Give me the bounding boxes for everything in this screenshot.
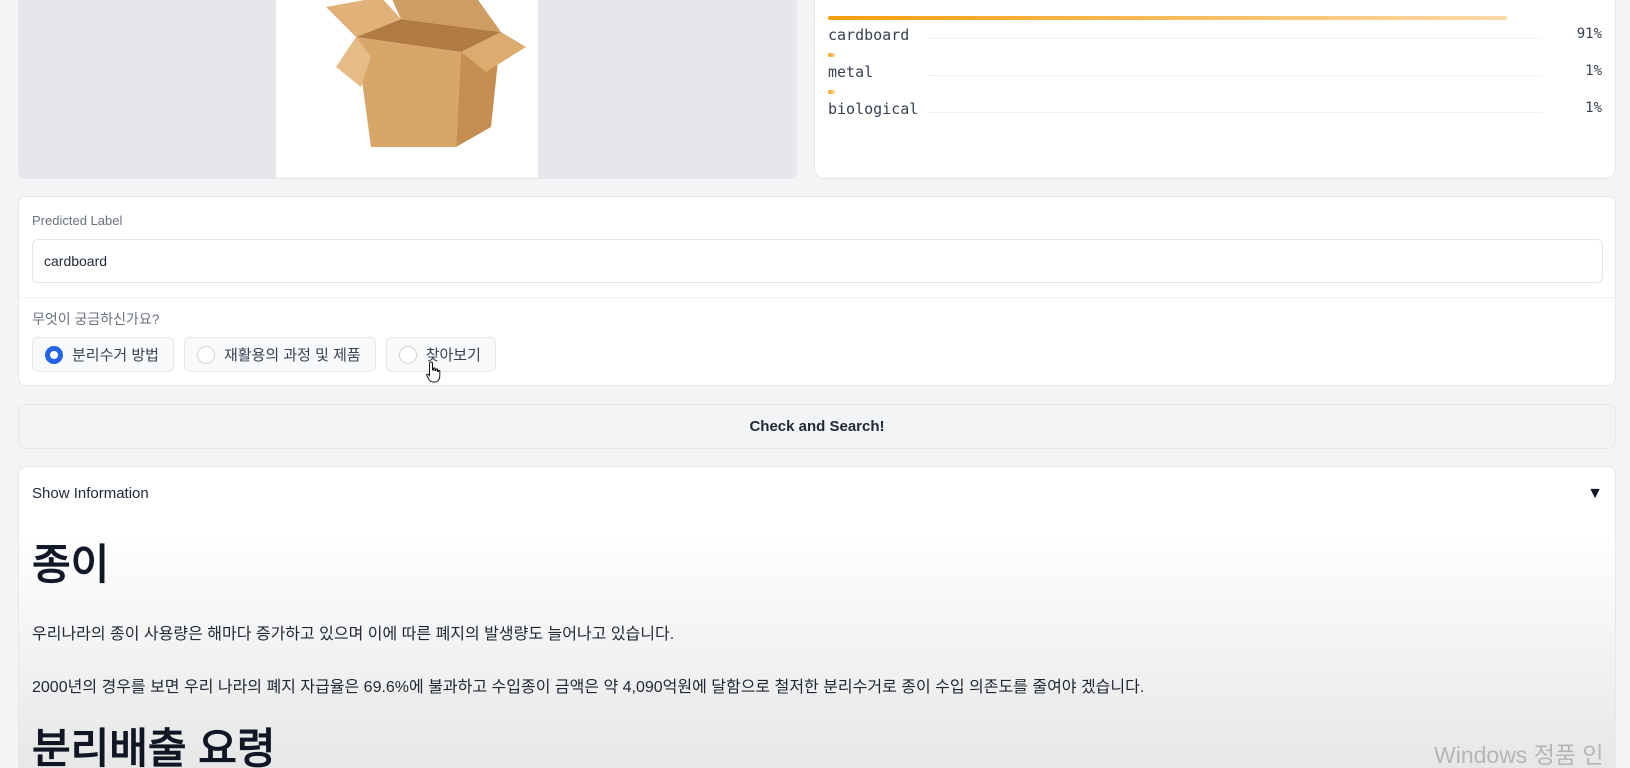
cardboard-box-icon	[326, 0, 526, 147]
confidence-bar	[828, 53, 835, 57]
radio-option-separation-method[interactable]: 분리수거 방법	[32, 337, 174, 372]
confidence-label: biological	[828, 100, 919, 118]
predicted-label-field[interactable]: cardboard	[32, 239, 1603, 283]
uploaded-image-area	[276, 0, 538, 178]
triangle-down-icon[interactable]: ▼	[1587, 485, 1603, 503]
confidence-label: metal	[828, 63, 874, 81]
question-label: 무엇이 궁금하신가요?	[32, 311, 160, 327]
windows-activation-watermark: Windows 정품 인	[1434, 742, 1604, 768]
information-panel: Show Information ▼ 종이 우리나라의 종이 사용량은 해마다 …	[18, 466, 1616, 768]
info-paragraph: 우리나라의 종이 사용량은 해마다 증가하고 있으며 이에 따른 폐지의 발생량…	[32, 626, 675, 643]
form-block: Predicted Label cardboard 무엇이 궁금하신가요? 분리…	[18, 196, 1616, 386]
info-title: 종이	[32, 541, 110, 588]
check-and-search-button[interactable]: Check and Search!	[18, 404, 1616, 449]
info-subtitle: 분리배출 요령	[32, 725, 276, 768]
label-confidence-panel: cardboard 91% metal 1% biological 1%	[814, 0, 1616, 179]
confidence-row-metal: metal 1%	[828, 53, 1602, 89]
confidence-label: cardboard	[828, 26, 910, 44]
confidence-bar	[828, 90, 835, 94]
radio-option-label: 재활용의 과정 및 제품	[223, 347, 361, 364]
info-paragraph: 2000년의 경우를 보면 우리 나라의 폐지 자급율은 69.6%에 불과하고…	[32, 679, 1145, 696]
radio-option-label: 분리수거 방법	[72, 347, 159, 364]
confidence-row-biological: biological 1%	[828, 90, 1602, 126]
radio-option-recycling-process[interactable]: 재활용의 과정 및 제품	[183, 337, 376, 372]
divider	[19, 297, 1615, 298]
confidence-percent: 1%	[1585, 63, 1602, 79]
confidence-percent: 91%	[1576, 26, 1602, 42]
confidence-bar	[828, 16, 1507, 20]
radio-unchecked-icon[interactable]	[398, 345, 417, 364]
confidence-percent: 1%	[1585, 100, 1602, 116]
radio-unchecked-icon[interactable]	[196, 345, 215, 364]
predicted-label-title: Predicted Label	[32, 213, 123, 228]
hand-cursor-icon	[426, 361, 441, 383]
confidence-row-cardboard: cardboard 91%	[828, 16, 1602, 52]
image-panel	[18, 0, 797, 179]
radio-checked-icon[interactable]	[45, 345, 63, 364]
accordion-header[interactable]: Show Information	[32, 485, 149, 502]
